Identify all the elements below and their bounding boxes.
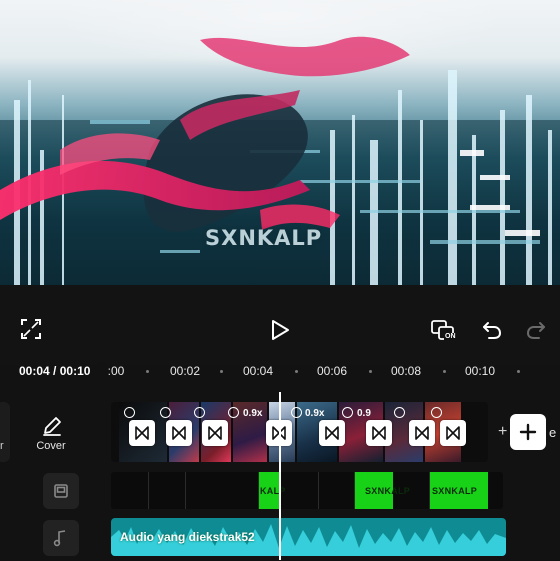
overlay-clip-green[interactable]: SXNKALP bbox=[355, 472, 410, 509]
audio-label: Audio yang diekstrak52 bbox=[120, 530, 255, 544]
time-display: 00:04 / 00:10 bbox=[19, 364, 90, 378]
speed-icon bbox=[160, 407, 171, 418]
add-ending-plus[interactable]: + bbox=[498, 423, 507, 441]
ruler-tick: :00 bbox=[107, 364, 125, 378]
transition-icon bbox=[135, 426, 149, 440]
undo-icon[interactable] bbox=[481, 318, 505, 342]
fullscreen-icon[interactable] bbox=[20, 318, 44, 342]
transition-icon bbox=[372, 426, 386, 440]
transition-button[interactable] bbox=[366, 420, 392, 446]
ruler-dot bbox=[220, 370, 223, 373]
cover-label: Cover bbox=[36, 440, 66, 452]
mute-clip-button[interactable] bbox=[0, 402, 10, 462]
overlay-clip-green[interactable]: KALP bbox=[259, 472, 285, 509]
audio-track[interactable]: Audio yang diekstrak52 bbox=[111, 518, 506, 556]
keyframe-on-icon[interactable]: ON bbox=[430, 318, 460, 342]
pencil-icon bbox=[43, 417, 61, 436]
ruler-dot bbox=[369, 370, 372, 373]
speed-label: 0.9x bbox=[243, 408, 263, 419]
overlay-clip-label: SXNKALP bbox=[432, 486, 478, 496]
overlay-track-button[interactable] bbox=[43, 473, 79, 509]
ruler-tick: 00:10 bbox=[464, 364, 496, 378]
speed-icon bbox=[194, 407, 205, 418]
ruler-tick: 00:08 bbox=[390, 364, 422, 378]
current-time: 00:04 bbox=[19, 364, 50, 378]
ruler-dot bbox=[517, 370, 520, 373]
transition-button[interactable] bbox=[202, 420, 228, 446]
transition-icon bbox=[415, 426, 429, 440]
audio-track-button[interactable] bbox=[43, 520, 79, 556]
mute-clip-label: r bbox=[0, 440, 4, 452]
overlay-clip[interactable] bbox=[279, 472, 319, 509]
playhead[interactable] bbox=[279, 392, 281, 560]
overlay-clip[interactable] bbox=[111, 472, 149, 509]
transition-button[interactable] bbox=[319, 420, 345, 446]
transition-icon bbox=[208, 426, 222, 440]
transition-button[interactable] bbox=[409, 420, 435, 446]
ruler-dot bbox=[146, 370, 149, 373]
video-preview[interactable]: SXNKALP bbox=[0, 0, 560, 285]
ruler-fade bbox=[98, 362, 110, 382]
speed-label: 0.9 bbox=[357, 408, 371, 419]
speed-icon bbox=[228, 407, 239, 418]
transition-icon bbox=[172, 426, 186, 440]
ruler-tick: 00:02 bbox=[169, 364, 201, 378]
overlay-clip[interactable] bbox=[149, 472, 186, 509]
speed-icon bbox=[291, 407, 302, 418]
overlay-clip[interactable] bbox=[393, 472, 430, 509]
ruler-dot bbox=[295, 370, 298, 373]
speed-label: 0.9x bbox=[305, 408, 325, 419]
add-clip-button[interactable] bbox=[510, 414, 546, 450]
plus-icon bbox=[519, 423, 537, 441]
transition-button[interactable] bbox=[166, 420, 192, 446]
overlay-clip[interactable] bbox=[319, 472, 355, 509]
ruler-dot bbox=[443, 370, 446, 373]
overlay-track[interactable]: KALP SXNKALP SXNKALP bbox=[111, 472, 503, 509]
speed-icon bbox=[342, 407, 353, 418]
speed-icon bbox=[124, 407, 135, 418]
time-separator: / bbox=[49, 364, 60, 378]
redo-icon[interactable] bbox=[525, 318, 549, 342]
overlay-icon bbox=[54, 484, 68, 498]
transition-button[interactable] bbox=[440, 420, 466, 446]
music-note-icon bbox=[53, 530, 66, 547]
overlay-clip[interactable] bbox=[186, 472, 259, 509]
cover-button[interactable] bbox=[26, 415, 78, 442]
add-ending-label[interactable]: e bbox=[549, 425, 556, 440]
keyframe-badge: ON bbox=[444, 333, 457, 340]
transition-icon bbox=[325, 426, 339, 440]
play-icon[interactable] bbox=[269, 318, 293, 342]
watermark-text: SXNKALP bbox=[205, 226, 323, 250]
transition-button[interactable] bbox=[129, 420, 155, 446]
total-time: 00:10 bbox=[59, 364, 91, 378]
transition-icon bbox=[446, 426, 460, 440]
speed-icon bbox=[431, 407, 442, 418]
overlay-clip-green[interactable]: SXNKALP bbox=[430, 472, 488, 509]
time-ruler[interactable]: :00 00:02 00:04 00:06 00:08 00:10 bbox=[98, 362, 560, 382]
ruler-tick: 00:06 bbox=[316, 364, 348, 378]
ruler-tick: 00:04 bbox=[242, 364, 274, 378]
speed-icon bbox=[394, 407, 405, 418]
